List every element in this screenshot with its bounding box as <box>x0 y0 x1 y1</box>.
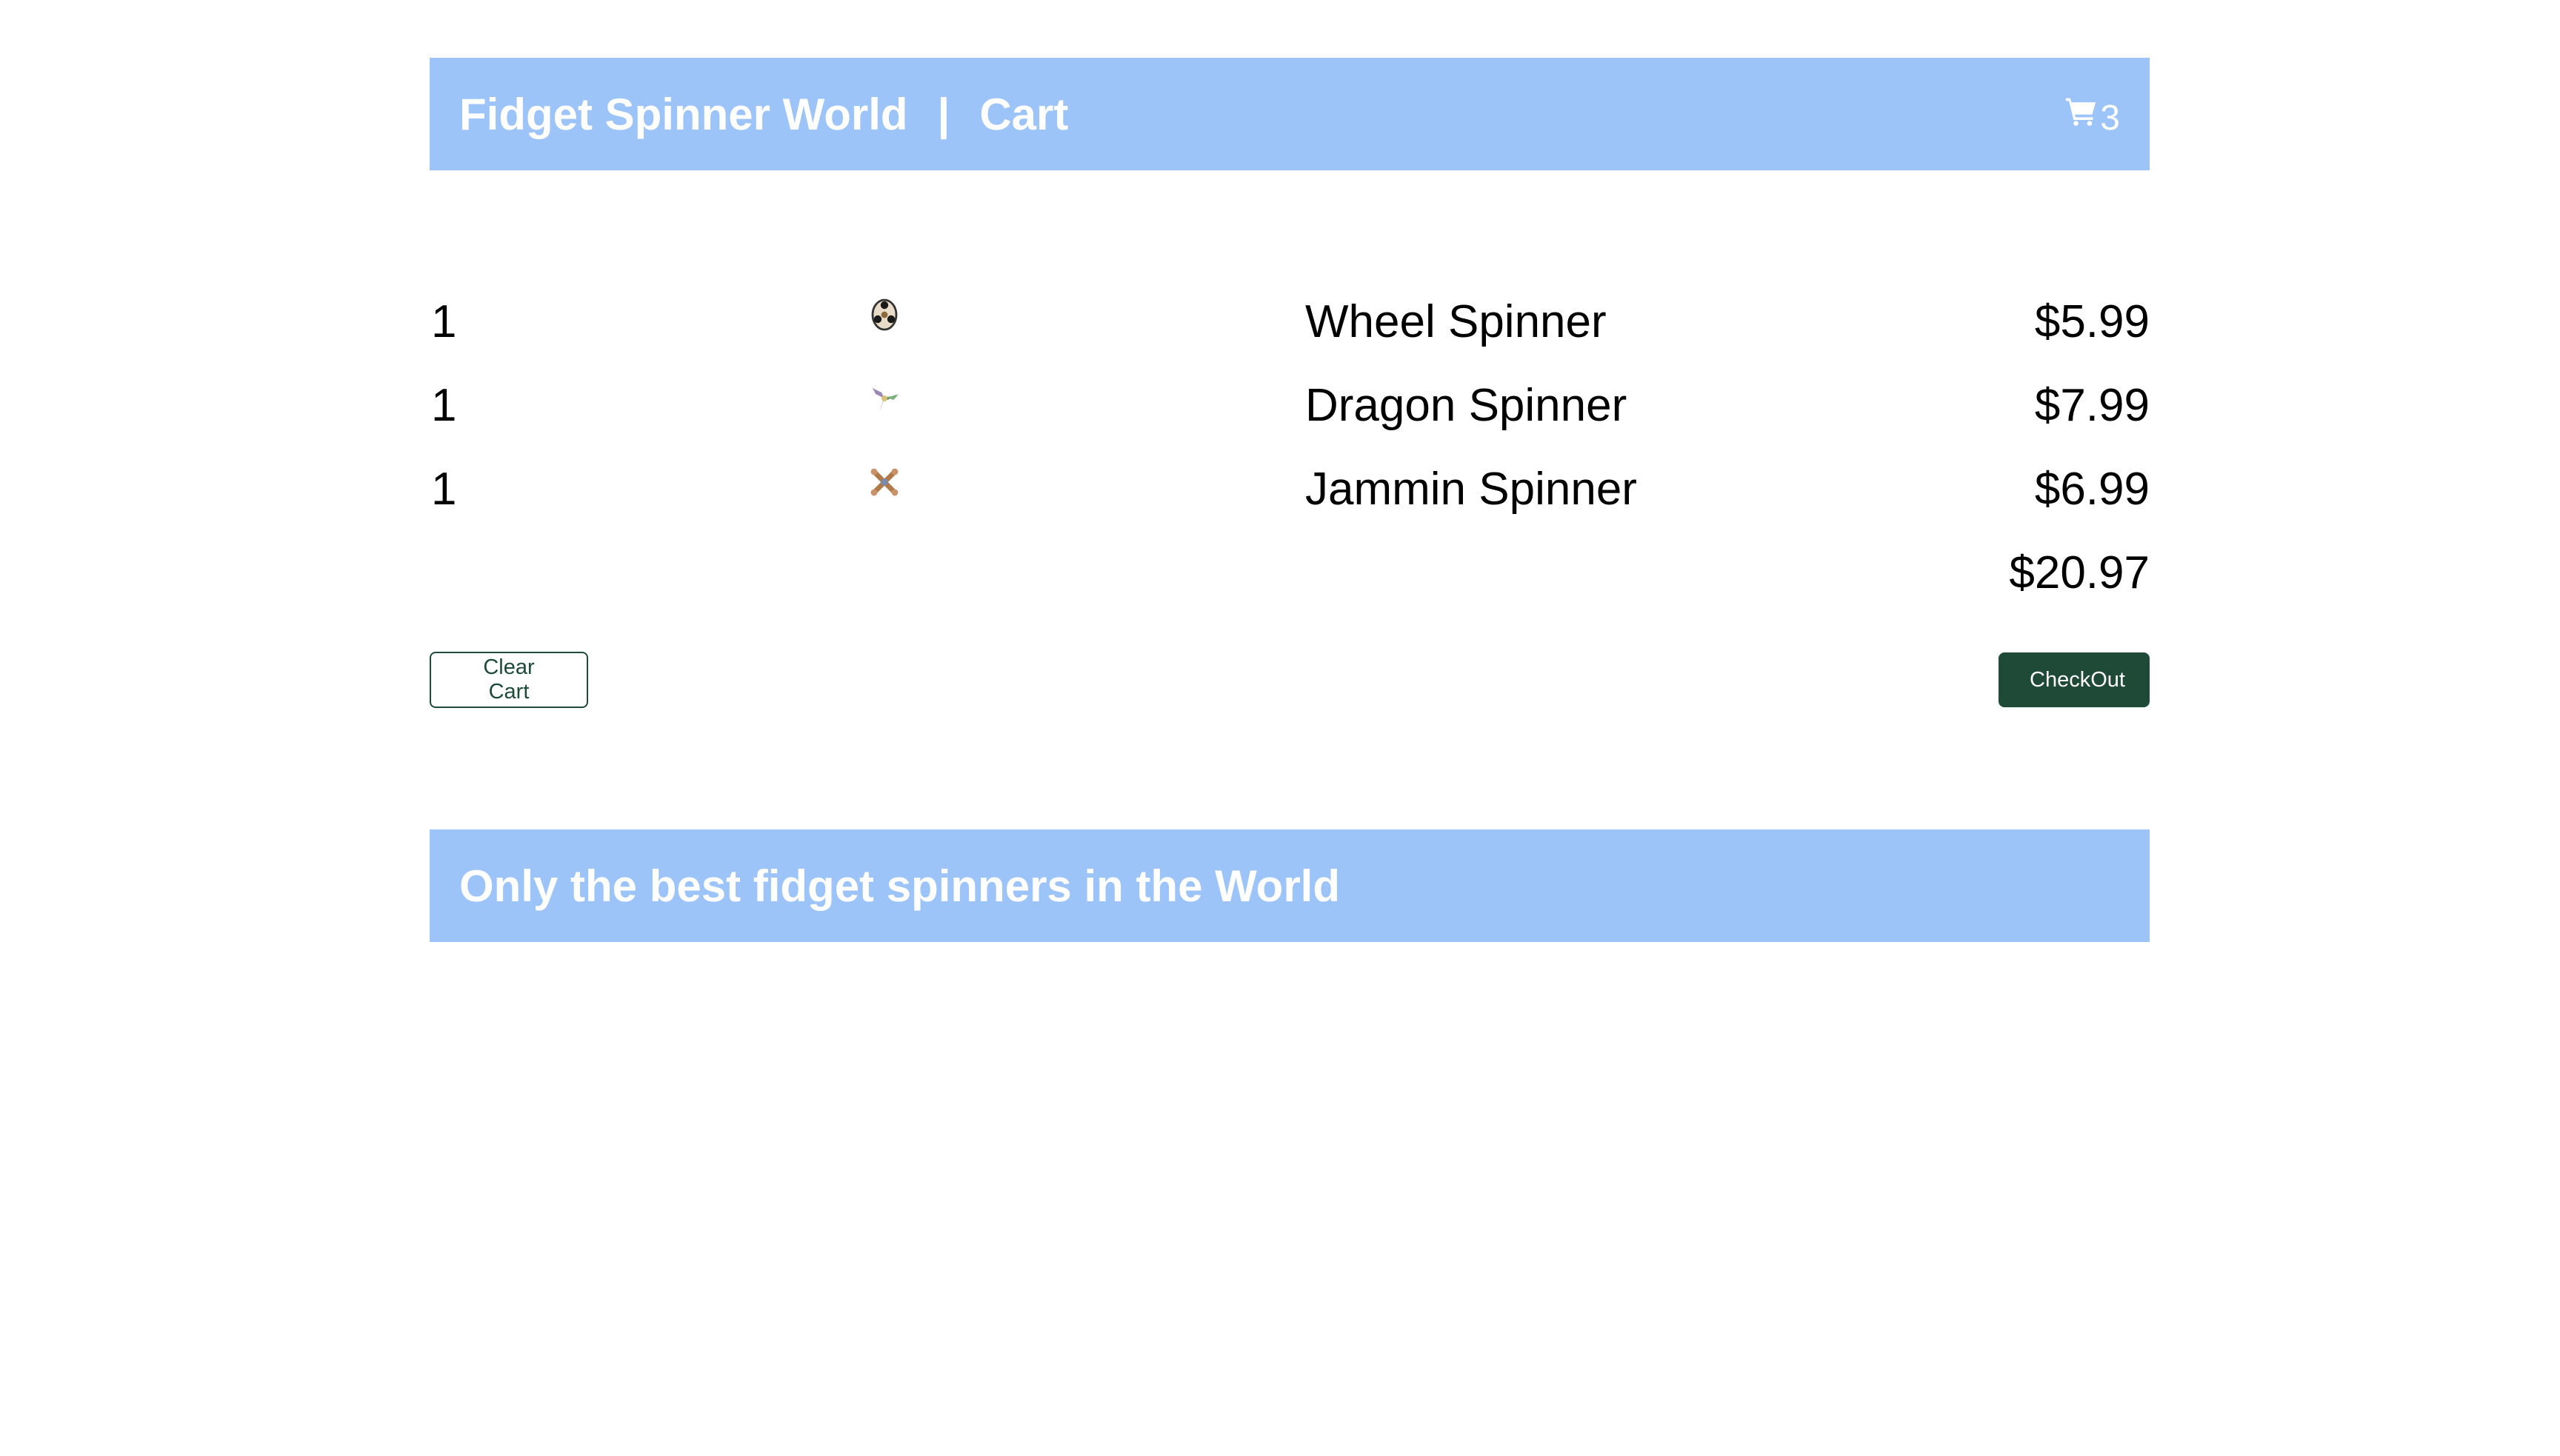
cart-indicator[interactable]: 3 <box>2064 90 2120 138</box>
cart-actions: Clear Cart CheckOut <box>430 652 2150 708</box>
page-name: Cart <box>979 89 1069 139</box>
dragon-spinner-image <box>867 386 1304 416</box>
item-name: Jammin Spinner <box>1305 464 1637 515</box>
cart-count: 3 <box>2100 98 2120 138</box>
store-name[interactable]: Fidget Spinner World <box>459 89 908 140</box>
item-price: $7.99 <box>2034 380 2150 431</box>
page-container: Fidget Spinner World | Cart 3 1 Wheel Sp… <box>430 58 2150 942</box>
item-quantity: 1 <box>431 296 457 347</box>
item-quantity: 1 <box>431 464 457 515</box>
cart-item-row: 1 Wheel Spinner $5.99 <box>430 280 2150 364</box>
item-quantity: 1 <box>431 380 457 431</box>
title-separator: | <box>937 89 950 139</box>
shopping-cart-icon <box>2064 98 2097 128</box>
item-price: $5.99 <box>2034 296 2150 347</box>
cart-list: 1 Wheel Spinner $5.99 1 Dragon Spinner $… <box>430 280 2150 615</box>
cart-item-row: 1 Jammin Spinner $6.99 <box>430 447 2150 531</box>
wheel-spinner-image <box>867 298 1304 333</box>
header-title: Fidget Spinner World | Cart <box>459 89 1068 140</box>
cart-item-row: 1 Dragon Spinner $7.99 <box>430 364 2150 447</box>
footer-tagline: Only the best fidget spinners in the Wor… <box>459 861 1340 911</box>
clear-cart-button[interactable]: Clear Cart <box>430 652 588 708</box>
checkout-button[interactable]: CheckOut <box>1999 652 2150 707</box>
cart-total-row: $20.97 <box>430 531 2150 615</box>
item-name: Wheel Spinner <box>1305 296 1607 347</box>
cart-total: $20.97 <box>2009 547 2150 598</box>
item-name: Dragon Spinner <box>1305 380 1627 431</box>
site-footer: Only the best fidget spinners in the Wor… <box>430 829 2150 942</box>
item-price: $6.99 <box>2034 464 2150 515</box>
site-header: Fidget Spinner World | Cart 3 <box>430 58 2150 170</box>
jammin-spinner-image <box>867 468 1304 500</box>
